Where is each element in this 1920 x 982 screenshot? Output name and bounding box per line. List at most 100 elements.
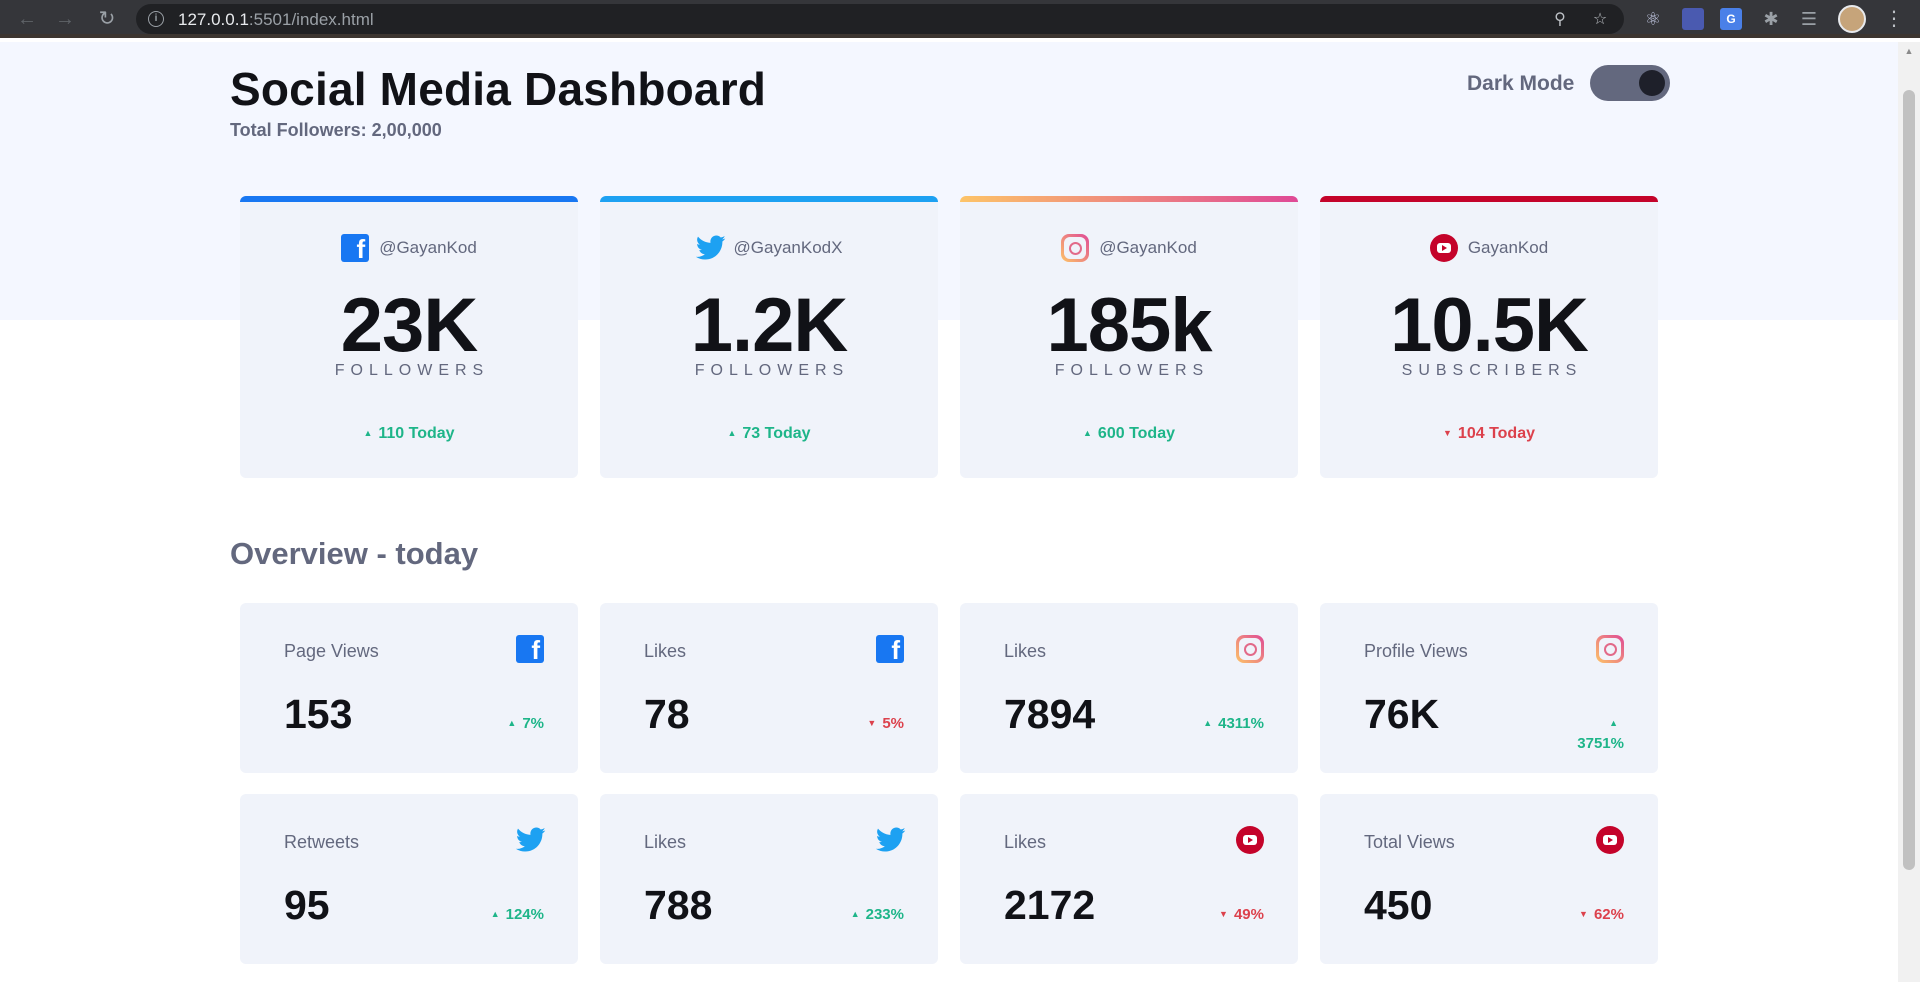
metric-label: Likes (1004, 832, 1047, 852)
overview-card-twitter[interactable]: Retweets 95 ▲ 124% (240, 794, 578, 964)
instagram-icon (1061, 234, 1090, 262)
today-change: ▼ 104 Today (1320, 425, 1658, 443)
handle-row: @GayanKodX (600, 234, 938, 264)
overview-card-facebook[interactable]: Page Views 153 ▲ 7% (240, 603, 578, 773)
dark-mode-label: Dark Mode (1467, 72, 1575, 95)
arrow-up-icon: ▲ (850, 909, 860, 919)
more-menu-icon[interactable]: ⋮ (1884, 6, 1904, 32)
address-bar[interactable]: i 127.0.0.1:5501/index.html ⚲ ☆ (136, 4, 1624, 34)
follower-label: FOLLOWERS (334, 362, 490, 379)
today-change-text: 104 Today (1457, 425, 1535, 442)
url-path: :5501/index.html (248, 10, 374, 29)
arrow-up-icon: ▲ (1203, 718, 1213, 728)
url-text[interactable]: 127.0.0.1:5501/index.html (178, 10, 374, 30)
overview-card-facebook[interactable]: Likes 78 ▼ 5% (600, 603, 938, 773)
follower-card-youtube[interactable]: GayanKod 10.5K SUBSCRIBERS ▼ 104 Today (1320, 196, 1658, 478)
follower-count: 23K (340, 283, 478, 368)
extensions-puzzle-icon[interactable]: ✱ (1760, 8, 1782, 30)
platform-icon-wrapper (1236, 635, 1264, 663)
translate-icon[interactable]: G (1720, 8, 1742, 30)
arrow-up-icon: ▲ (490, 909, 500, 919)
platform-icon-wrapper (875, 826, 906, 854)
follower-card-twitter[interactable]: @GayanKodX 1.2K FOLLOWERS ▲ 73 Today (600, 196, 938, 478)
extension-cursor-icon[interactable] (1682, 8, 1704, 30)
follower-card-facebook[interactable]: @GayanKod 23KFOLLOWERS ▲ 110 Today (240, 196, 578, 478)
card-accent-stripe (960, 196, 1298, 202)
account-handle: @GayanKodX (733, 238, 843, 257)
reading-list-icon[interactable]: ☰ (1798, 8, 1820, 30)
instagram-icon (1236, 635, 1264, 663)
follower-label: FOLLOWERS (694, 362, 850, 379)
metric-label: Profile Views (1364, 641, 1468, 661)
metric-change-text: 49% (1233, 906, 1264, 923)
arrow-up-icon: ▲ (1609, 718, 1618, 728)
overview-title: Overview - today (230, 536, 479, 571)
twitter-icon (695, 234, 726, 262)
card-accent-stripe (600, 196, 938, 202)
platform-icon-wrapper (876, 635, 904, 666)
metric-label: Total Views (1364, 832, 1455, 852)
metric-change: ▲ 3751% (1564, 713, 1624, 754)
overview-card-youtube[interactable]: Total Views 450 ▼ 62% (1320, 794, 1658, 964)
react-devtools-icon[interactable]: ⚛ (1642, 8, 1664, 30)
back-icon[interactable]: ← (14, 6, 40, 32)
metric-change: ▲ 7% (507, 715, 544, 732)
platform-icon-wrapper (1596, 826, 1624, 854)
reload-icon[interactable]: ↻ (94, 6, 120, 32)
forward-icon[interactable]: → (52, 6, 78, 32)
youtube-icon (1236, 826, 1264, 854)
account-handle: @GayanKod (379, 238, 477, 257)
metric-change: ▲ 4311% (1203, 715, 1264, 732)
metric-change: ▼ 5% (867, 715, 904, 732)
youtube-icon (1596, 826, 1624, 854)
arrow-down-icon: ▼ (1219, 909, 1228, 919)
facebook-icon (876, 635, 904, 666)
page-title: Social Media Dashboard (230, 63, 767, 115)
bookmark-star-icon[interactable]: ☆ (1590, 10, 1610, 30)
facebook-icon (341, 234, 370, 265)
overview-card-youtube[interactable]: Likes 2172 ▼ 49% (960, 794, 1298, 964)
metric-label: Retweets (284, 832, 360, 852)
overview-card-twitter[interactable]: Likes 788 ▲ 233% (600, 794, 938, 964)
site-info-icon[interactable]: i (148, 11, 164, 27)
handle-row: GayanKod (1320, 234, 1658, 264)
twitter-icon (875, 826, 906, 854)
overview-card-instagram[interactable]: Likes 7894 ▲ 4311% (960, 603, 1298, 773)
twitter-icon (515, 826, 546, 854)
page-scrollbar[interactable]: ▲ (1898, 42, 1920, 982)
today-change-text: 600 Today (1097, 425, 1175, 442)
scroll-up-arrow-icon[interactable]: ▲ (1903, 46, 1915, 56)
metric-change: ▼ 62% (1579, 906, 1624, 923)
follower-card-instagram[interactable]: @GayanKod 185k FOLLOWERS ▲ 600 Today (960, 196, 1298, 478)
facebook-icon (516, 635, 544, 666)
zoom-icon[interactable]: ⚲ (1550, 10, 1570, 30)
metric-value: 78 (644, 691, 690, 737)
metric-change: ▲ 233% (851, 906, 904, 923)
arrow-up-icon: ▲ (1083, 428, 1092, 438)
url-host: 127.0.0.1 (178, 10, 249, 29)
platform-icon-wrapper (1596, 635, 1624, 663)
follower-count: 1.2K (690, 283, 849, 368)
arrow-down-icon: ▼ (1579, 909, 1588, 919)
metric-label: Likes (644, 832, 687, 852)
toggle-knob[interactable] (1639, 70, 1665, 96)
overview-card-instagram[interactable]: Profile Views 76K ▲ 3751% (1320, 603, 1658, 773)
metric-value: 7894 (1004, 691, 1096, 737)
account-handle: GayanKod (1467, 238, 1549, 257)
metric-value: 788 (644, 882, 713, 928)
metric-change-text: 4311% (1218, 715, 1264, 732)
today-change: ▲ 110 Today (240, 425, 578, 443)
profile-avatar[interactable] (1838, 5, 1866, 33)
follower-count: 10.5K (1390, 283, 1589, 368)
scroll-thumb[interactable] (1903, 90, 1915, 870)
dark-mode-toggle[interactable] (1590, 65, 1670, 101)
total-followers: Total Followers: 2,00,000 (230, 120, 442, 140)
youtube-icon (1429, 234, 1458, 262)
today-change: ▲ 600 Today (960, 425, 1298, 443)
today-change-text: 73 Today (742, 425, 811, 442)
follower-label: FOLLOWERS (1054, 362, 1210, 379)
handle-row: @GayanKod (960, 234, 1298, 264)
platform-icon-wrapper (516, 635, 544, 666)
metric-value: 76K (1364, 691, 1440, 737)
metric-value: 95 (284, 882, 330, 928)
